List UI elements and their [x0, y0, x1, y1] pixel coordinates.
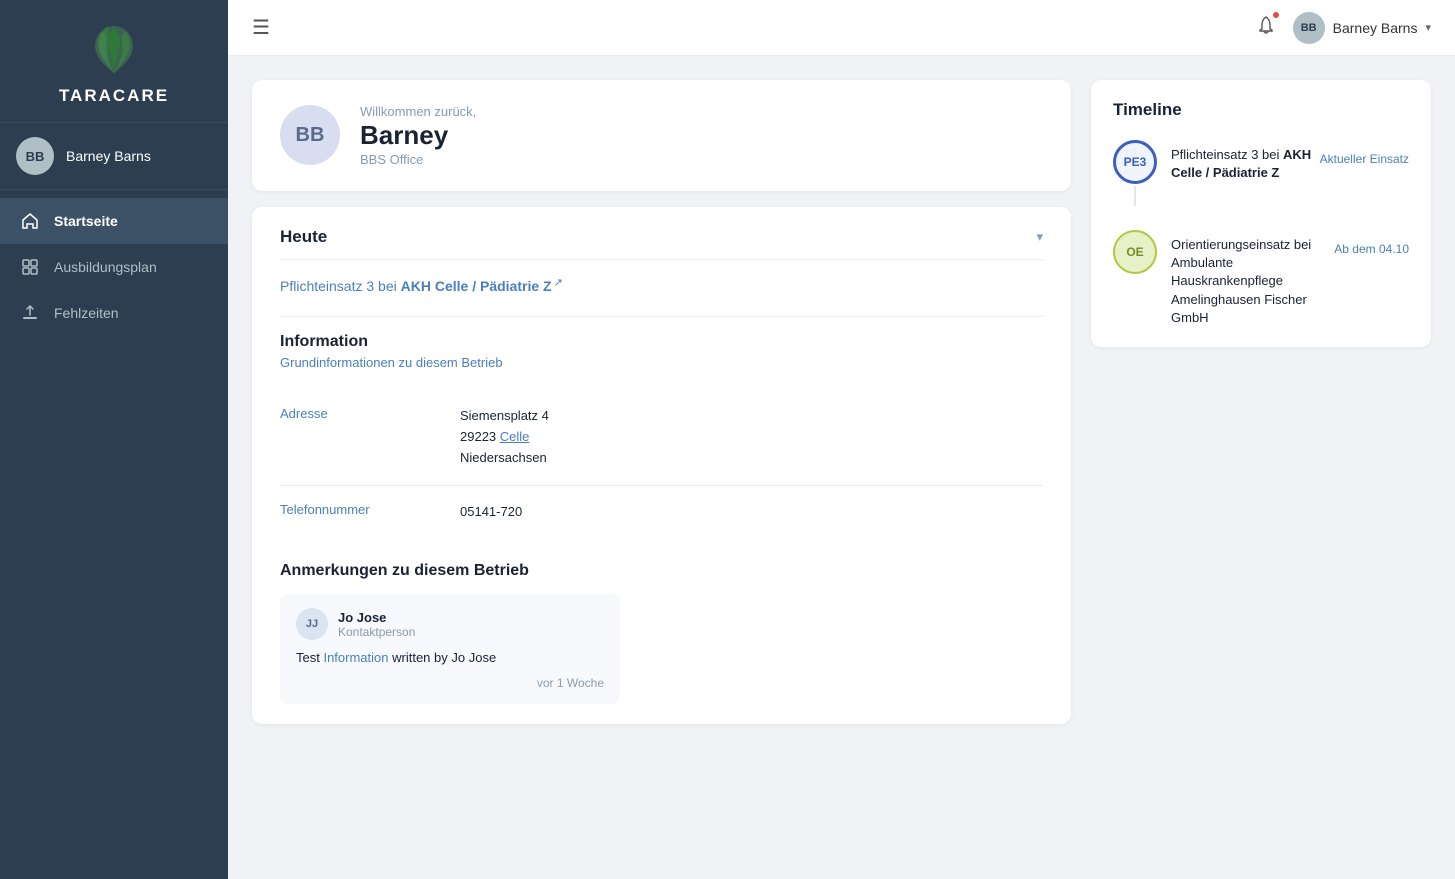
right-column: Timeline PE3 Pflic — [1091, 80, 1431, 855]
sidebar-item-ausbildungsplan[interactable]: Ausbildungsplan — [0, 244, 228, 290]
anmerkungen-title: Anmerkungen zu diesem Betrieb — [280, 562, 1043, 580]
comment-link[interactable]: Information — [323, 650, 388, 665]
address-row: Adresse Siemensplatz 4 29223 Celle Niede… — [280, 390, 1043, 485]
timeline-badge-pe3: PE3 — [1113, 140, 1157, 184]
welcome-greeting: Willkommen zurück, — [360, 104, 476, 119]
comment-role: Kontaktperson — [338, 625, 415, 639]
heute-card: Heute ▾ Pflichteinsatz 3 bei AKH Celle /… — [252, 207, 1071, 724]
address-city-link[interactable]: Celle — [500, 429, 530, 444]
topbar-avatar: BB — [1293, 12, 1325, 44]
anmerkungen-section: Anmerkungen zu diesem Betrieb JJ Jo Jose… — [280, 562, 1043, 704]
timeline-badge-col-pe3: PE3 — [1113, 140, 1157, 206]
pflichteinsatz-link[interactable]: Pflichteinsatz 3 bei AKH Celle / Pädiatr… — [280, 278, 563, 294]
sidebar-nav: Startseite Ausbildungsplan Fehlzeiten — [0, 198, 228, 336]
welcome-office: BBS Office — [360, 152, 476, 167]
topbar-right: BB Barney Barns ▾ — [1255, 12, 1431, 44]
address-line3: Niedersachsen — [460, 450, 547, 465]
pflichteinsatz-bold: AKH Celle / Pädiatrie Z — [401, 278, 552, 294]
timeline-content-pe3: Pflichteinsatz 3 bei AKH Celle / Pädiatr… — [1171, 140, 1409, 206]
grid-icon — [20, 257, 40, 277]
timeline-item-pe3: PE3 Pflichteinsatz 3 bei AKH Celle / Päd… — [1113, 140, 1409, 230]
topbar-left: ☰ — [252, 15, 270, 40]
address-label: Adresse — [280, 406, 440, 468]
comment-time: vor 1 Woche — [296, 676, 604, 690]
pflichteinsatz-row: Pflichteinsatz 3 bei AKH Celle / Pädiatr… — [280, 276, 1043, 297]
timeline-text-pe3: Pflichteinsatz 3 bei AKH Celle / Pädiatr… — [1171, 146, 1319, 182]
topbar: ☰ BB Barney Barns ▾ — [228, 0, 1455, 56]
info-title: Information — [280, 333, 1043, 351]
comment-name: Jo Jose — [338, 610, 415, 625]
timeline-title: Timeline — [1113, 100, 1409, 120]
address-line2: 29223 — [460, 429, 500, 444]
hamburger-icon[interactable]: ☰ — [252, 15, 270, 40]
info-subtitle: Grundinformationen zu diesem Betrieb — [280, 355, 1043, 370]
comment-avatar: JJ — [296, 608, 328, 640]
address-line1: Siemensplatz 4 — [460, 408, 549, 423]
welcome-avatar: BB — [280, 105, 340, 165]
address-value: Siemensplatz 4 29223 Celle Niedersachsen — [460, 406, 549, 468]
pflichteinsatz-prefix: Pflichteinsatz 3 bei — [280, 278, 401, 294]
upload-icon — [20, 303, 40, 323]
timeline-badge-oe: OE — [1113, 230, 1157, 274]
sidebar: TaraCare BB Barney Barns Startseite Ausb… — [0, 0, 228, 879]
phone-row: Telefonnummer 05141-720 — [280, 486, 1043, 539]
heute-chevron-icon[interactable]: ▾ — [1036, 229, 1043, 245]
timeline-badge-col-oe: OE — [1113, 230, 1157, 327]
sidebar-item-startseite-label: Startseite — [54, 213, 118, 229]
heute-title: Heute — [280, 227, 327, 247]
home-icon — [20, 211, 40, 231]
topbar-user[interactable]: BB Barney Barns ▾ — [1293, 12, 1431, 44]
welcome-text: Willkommen zurück, Barney BBS Office — [360, 104, 476, 167]
notification-bell[interactable] — [1255, 14, 1277, 41]
timeline-status-pe3: Aktueller Einsatz — [1319, 146, 1409, 166]
timeline-content-oe: Orientierungseinsatz bei Ambulante Hausk… — [1171, 230, 1409, 327]
comment-header: JJ Jo Jose Kontaktperson — [296, 608, 604, 640]
notification-badge — [1271, 10, 1281, 20]
sidebar-item-fehlzeiten[interactable]: Fehlzeiten — [0, 290, 228, 336]
content-area: BB Willkommen zurück, Barney BBS Office … — [228, 56, 1455, 879]
timeline-items: PE3 Pflichteinsatz 3 bei AKH Celle / Päd… — [1113, 140, 1409, 327]
comment-author-info: Jo Jose Kontaktperson — [338, 610, 415, 639]
timeline-item-oe: OE Orientierungseinsatz bei Ambulante Ha… — [1113, 230, 1409, 327]
sidebar-username: Barney Barns — [66, 148, 151, 164]
heute-header: Heute ▾ — [280, 227, 1043, 260]
topbar-username: Barney Barns — [1333, 20, 1418, 36]
sidebar-user[interactable]: BB Barney Barns — [0, 123, 228, 190]
timeline-connector-1 — [1134, 186, 1136, 206]
sidebar-item-ausbildungsplan-label: Ausbildungsplan — [54, 259, 157, 275]
comment-text: Test Information written by Jo Jose — [296, 648, 604, 668]
topbar-chevron-icon: ▾ — [1425, 21, 1431, 34]
external-link-icon: ↗ — [554, 277, 563, 289]
sidebar-logo: TaraCare — [0, 0, 228, 123]
sidebar-avatar: BB — [16, 137, 54, 175]
main-column: BB Willkommen zurück, Barney BBS Office … — [252, 80, 1071, 855]
welcome-name: Barney — [360, 121, 476, 150]
timeline-status-oe: Ab dem 04.10 — [1319, 236, 1409, 256]
phone-label: Telefonnummer — [280, 502, 440, 523]
timeline-text-oe: Orientierungseinsatz bei Ambulante Hausk… — [1171, 236, 1319, 327]
main-wrapper: ☰ BB Barney Barns ▾ BB — [228, 0, 1455, 879]
comment-card: JJ Jo Jose Kontaktperson Test Informatio… — [280, 594, 620, 704]
sidebar-item-fehlzeiten-label: Fehlzeiten — [54, 305, 119, 321]
timeline-card: Timeline PE3 Pflic — [1091, 80, 1431, 347]
phone-value: 05141-720 — [460, 502, 522, 523]
welcome-card: BB Willkommen zurück, Barney BBS Office — [252, 80, 1071, 191]
taracare-logo-icon — [82, 18, 146, 82]
information-section: Information Grundinformationen zu diesem… — [280, 316, 1043, 538]
logo-text: TaraCare — [59, 86, 169, 106]
sidebar-item-startseite[interactable]: Startseite — [0, 198, 228, 244]
